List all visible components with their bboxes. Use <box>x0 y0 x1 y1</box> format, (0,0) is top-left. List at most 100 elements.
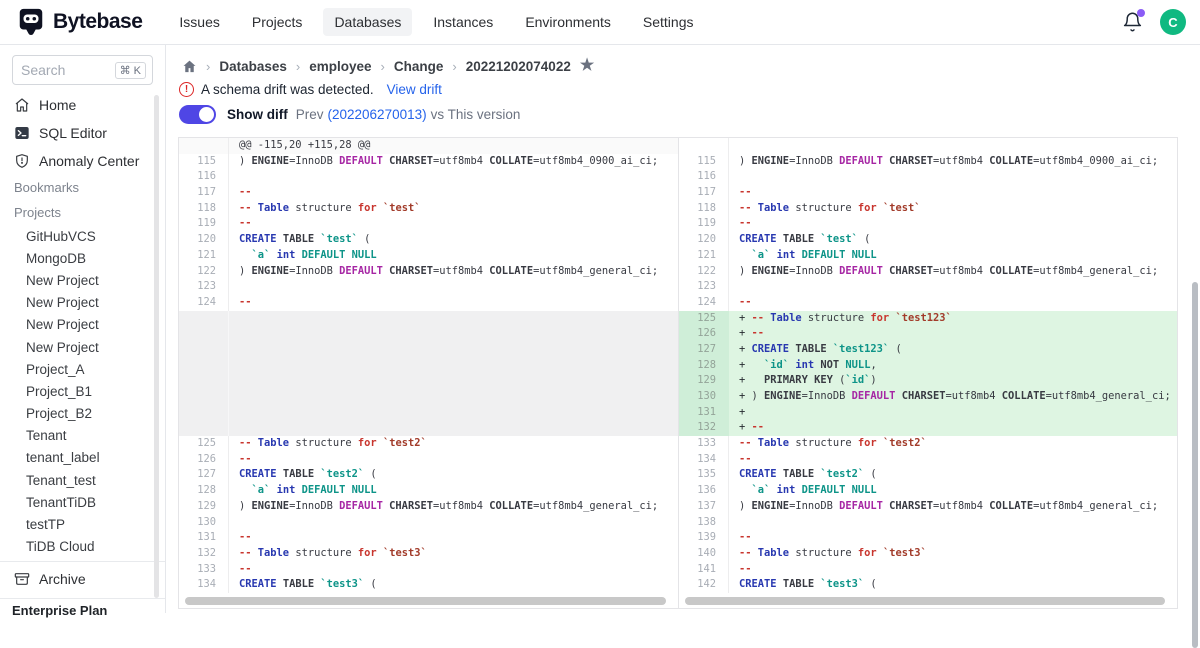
code-line: -- <box>229 185 678 201</box>
code-line: CREATE TABLE `test` ( <box>729 232 1177 248</box>
sidebar-item-label: Anomaly Center <box>39 153 139 169</box>
diff-row: 130 <box>179 515 678 531</box>
nav-item-instances[interactable]: Instances <box>422 8 504 36</box>
project-item[interactable]: New Project <box>0 336 165 358</box>
search-input[interactable] <box>21 62 111 78</box>
sidebar-scrollbar[interactable] <box>154 95 159 598</box>
line-number: 132 <box>679 420 729 436</box>
show-diff-toggle[interactable] <box>179 105 216 124</box>
code-line: + -- Table structure for `test123` <box>729 311 1177 327</box>
sidebar-item-sql-editor[interactable]: SQL Editor <box>0 119 165 147</box>
line-number: 115 <box>179 154 229 170</box>
diff-row: 120CREATE TABLE `test` ( <box>179 232 678 248</box>
line-number: 130 <box>679 389 729 405</box>
code-line: CREATE TABLE `test3` ( <box>229 577 678 593</box>
plan-badge: Enterprise Plan <box>0 599 165 623</box>
view-drift-link[interactable]: View drift <box>387 82 442 97</box>
line-number: 139 <box>679 530 729 546</box>
project-item[interactable]: Tenant <box>0 425 165 447</box>
project-item[interactable]: New Project <box>0 269 165 291</box>
diff-row: 133-- Table structure for `test2` <box>679 436 1177 452</box>
diff-row: 141-- <box>679 562 1177 578</box>
code-line <box>229 358 678 374</box>
code-line <box>229 326 678 342</box>
line-number: 122 <box>179 264 229 280</box>
horizontal-scrollbar[interactable] <box>185 597 666 605</box>
project-item[interactable]: tenant_label <box>0 447 165 469</box>
prev-version-link[interactable]: (202206270013) <box>328 107 427 122</box>
project-item[interactable]: New Project <box>0 292 165 314</box>
line-number: 137 <box>679 499 729 515</box>
alert-text: A schema drift was detected. <box>201 82 374 97</box>
line-number: 134 <box>179 577 229 593</box>
project-item[interactable]: MongoDB <box>0 247 165 269</box>
horizontal-scrollbar[interactable] <box>685 597 1165 605</box>
line-number: 132 <box>179 546 229 562</box>
code-line: -- <box>729 185 1177 201</box>
code-line <box>229 420 678 436</box>
breadcrumb-separator: › <box>206 59 210 74</box>
breadcrumb-separator: › <box>381 59 385 74</box>
sidebar-item-archive[interactable]: Archive <box>0 564 165 594</box>
nav-item-environments[interactable]: Environments <box>514 8 622 36</box>
code-line: -- Table structure for `test` <box>729 201 1177 217</box>
diff-row: 134CREATE TABLE `test3` ( <box>179 577 678 593</box>
line-number: 127 <box>179 467 229 483</box>
top-navbar: Bytebase Issues Projects Databases Instance… <box>0 0 1200 45</box>
breadcrumb-item[interactable]: employee <box>309 59 371 74</box>
diff-row: 136 `a` int DEFAULT NULL <box>679 483 1177 499</box>
code-line: ) ENGINE=InnoDB DEFAULT CHARSET=utf8mb4 … <box>729 264 1177 280</box>
line-number: 133 <box>679 436 729 452</box>
breadcrumb-home-icon[interactable] <box>182 59 197 74</box>
diff-pane-previous: @@ -115,20 +115,28 @@115) ENGINE=InnoDB … <box>179 138 678 608</box>
diff-row: 130+ ) ENGINE=InnoDB DEFAULT CHARSET=utf… <box>679 389 1177 405</box>
line-number: 136 <box>679 483 729 499</box>
diff-row: 142CREATE TABLE `test3` ( <box>679 577 1177 593</box>
line-number <box>179 420 229 436</box>
diff-row <box>179 326 678 342</box>
code-line: + <box>729 405 1177 421</box>
sidebar-item-label: SQL Editor <box>39 125 107 141</box>
breadcrumb-item[interactable]: 20221202074022 <box>466 59 571 74</box>
code-line: ) ENGINE=InnoDB DEFAULT CHARSET=utf8mb4 … <box>729 499 1177 515</box>
brand-logo[interactable]: Bytebase <box>16 7 142 37</box>
project-item[interactable]: TenantTiDB <box>0 491 165 513</box>
line-number: 117 <box>179 185 229 201</box>
search-box[interactable]: ⌘ K <box>12 55 153 85</box>
project-item[interactable]: TiDB Cloud <box>0 536 165 558</box>
code-line: CREATE TABLE `test3` ( <box>729 577 1177 593</box>
project-item[interactable]: Project_A <box>0 358 165 380</box>
project-item[interactable]: testTP <box>0 513 165 535</box>
page-vertical-scrollbar[interactable] <box>1192 282 1198 648</box>
nav-item-projects[interactable]: Projects <box>241 8 314 36</box>
code-line <box>729 515 1177 531</box>
diff-row <box>179 358 678 374</box>
diff-row: 127+ CREATE TABLE `test123` ( <box>679 342 1177 358</box>
search-shortcut-badge: ⌘ K <box>115 62 146 79</box>
breadcrumb-item[interactable]: Change <box>394 59 444 74</box>
nav-item-databases[interactable]: Databases <box>323 8 412 36</box>
project-item[interactable]: Tenant_test <box>0 469 165 491</box>
bookmark-star-icon[interactable]: ★ <box>580 58 594 74</box>
projects-section-label: Projects <box>0 200 165 225</box>
line-number <box>179 373 229 389</box>
project-item[interactable]: New Project <box>0 314 165 336</box>
code-line: ) ENGINE=InnoDB DEFAULT CHARSET=utf8mb4 … <box>229 499 678 515</box>
avatar[interactable]: C <box>1160 9 1186 35</box>
notifications-bell-icon[interactable] <box>1122 11 1144 33</box>
project-item[interactable]: Project_B2 <box>0 403 165 425</box>
nav-item-settings[interactable]: Settings <box>632 8 705 36</box>
nav-item-issues[interactable]: Issues <box>168 8 230 36</box>
sidebar-item-anomaly-center[interactable]: Anomaly Center <box>0 147 165 175</box>
line-number: 126 <box>679 326 729 342</box>
code-line: ) ENGINE=InnoDB DEFAULT CHARSET=utf8mb4 … <box>229 154 678 170</box>
diff-row <box>179 342 678 358</box>
line-number: 115 <box>679 154 729 170</box>
code-line: -- Table structure for `test2` <box>729 436 1177 452</box>
line-number: 118 <box>679 201 729 217</box>
project-item[interactable]: GitHubVCS <box>0 225 165 247</box>
breadcrumb-item[interactable]: Databases <box>219 59 287 74</box>
project-item[interactable]: Project_B1 <box>0 380 165 402</box>
sidebar-item-home[interactable]: Home <box>0 91 165 119</box>
diff-row: 121 `a` int DEFAULT NULL <box>179 248 678 264</box>
